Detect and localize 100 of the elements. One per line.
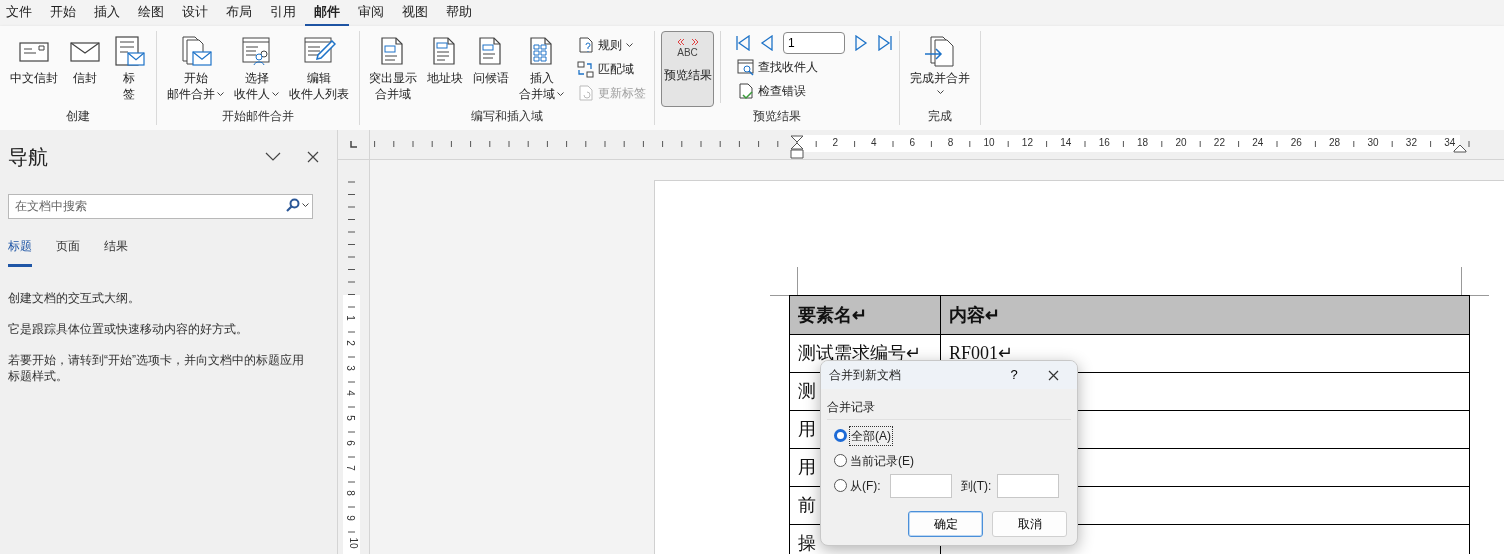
- chevron-down-icon: [272, 91, 279, 97]
- ruler-number: 4: [344, 390, 355, 396]
- ruler-number: 3: [344, 365, 355, 371]
- close-icon[interactable]: [307, 151, 319, 163]
- ruler-number: 6: [909, 136, 915, 150]
- menu-tab[interactable]: 帮助: [437, 0, 481, 26]
- record-number-field[interactable]: 1: [783, 32, 845, 54]
- arrow-left-icon[interactable]: [759, 35, 775, 51]
- group-label: 合并记录: [827, 398, 1071, 420]
- ruler-number: 6: [344, 440, 355, 446]
- skip-left-icon[interactable]: [735, 35, 751, 51]
- search-field[interactable]: 在文档中搜索: [8, 193, 313, 219]
- ribbon-button[interactable]: 查找收件人: [733, 55, 893, 79]
- ruler-number: 18: [1137, 136, 1149, 150]
- group-label: 预览结果: [753, 108, 801, 124]
- from-field[interactable]: [889, 473, 952, 498]
- ruler-number: 14: [1060, 136, 1072, 150]
- ribbon-button[interactable]: 检查错误: [733, 79, 893, 103]
- menu-tab[interactable]: 插入: [85, 0, 129, 26]
- chevron-down-icon: [302, 203, 309, 208]
- pane-tab[interactable]: 结果: [104, 237, 128, 267]
- ruler-number: 26: [1290, 136, 1302, 150]
- label-sheet-icon: [112, 35, 146, 67]
- help-text: 创建文档的交互式大纲。: [8, 290, 141, 306]
- dialog-button[interactable]: 确定: [908, 511, 983, 537]
- help-text: 若要开始，请转到“开始”选项卡，并向文档中的标题应用标题样式。: [8, 352, 305, 384]
- ruler-number: 16: [1098, 136, 1110, 150]
- indent-marker-icon[interactable]: [1453, 144, 1467, 153]
- menu-tab[interactable]: 开始: [41, 0, 85, 26]
- radio-button[interactable]: [834, 479, 847, 492]
- menu-tab[interactable]: 审阅: [349, 0, 393, 26]
- match-fields-icon: [577, 60, 594, 78]
- radio-button[interactable]: [834, 454, 847, 467]
- radio-button[interactable]: [834, 429, 847, 442]
- document-refresh-icon: [577, 84, 594, 102]
- ribbon-button[interactable]: 匹配域: [573, 57, 650, 81]
- search-icon[interactable]: [286, 198, 300, 212]
- ruler-number: 32: [1405, 136, 1417, 150]
- preview-toggle-button[interactable]: ABC 预览结果: [661, 31, 714, 107]
- ribbon-button[interactable]: 完成并合并: [905, 31, 975, 107]
- pane-tab[interactable]: 页面: [56, 237, 80, 267]
- ruler-number: 12: [1021, 136, 1033, 150]
- ribbon-button[interactable]: 选择 收件人: [229, 31, 284, 107]
- menu-tab[interactable]: 布局: [217, 0, 261, 26]
- dialog-button[interactable]: 取消: [992, 511, 1067, 537]
- ruler-number: 7: [344, 465, 355, 471]
- chevron-down-icon: [217, 91, 224, 97]
- ribbon-button[interactable]: 插入 合并域: [514, 31, 569, 107]
- ruler-number: 4: [871, 136, 877, 150]
- ribbon-button[interactable]: 编辑 收件人列表: [284, 31, 354, 107]
- ruler-number: 22: [1213, 136, 1225, 150]
- arrow-right-icon[interactable]: [853, 35, 869, 51]
- ruler-number: 8: [947, 136, 954, 150]
- group-label: 完成: [928, 108, 952, 124]
- ruler-number: 2: [344, 340, 355, 346]
- ruler-number: 34: [1444, 136, 1456, 150]
- ruler-number: 8: [344, 490, 355, 496]
- chevron-down-icon: [936, 90, 944, 95]
- to-label: 到(T):: [960, 477, 992, 495]
- ribbon-button[interactable]: 问候语: [468, 31, 514, 107]
- ribbon-button[interactable]: 规则: [573, 33, 650, 57]
- ribbon-button[interactable]: 开始 邮件合并: [162, 31, 229, 107]
- document-arrow-icon: [923, 35, 957, 67]
- find-recipient-icon: [737, 58, 754, 76]
- menu-tab[interactable]: 设计: [173, 0, 217, 26]
- ruler-number: 2: [832, 136, 839, 150]
- ribbon-button[interactable]: 突出显示 合并域: [364, 31, 422, 107]
- ribbon-button[interactable]: 信封: [63, 31, 107, 107]
- document-question-icon: [577, 36, 594, 54]
- ruler-number: 28: [1329, 136, 1341, 150]
- ruler-number: 10: [983, 136, 995, 150]
- menu-tab[interactable]: 绘图: [129, 0, 173, 26]
- indent-marker-icon[interactable]: [790, 135, 804, 159]
- menu-tab[interactable]: 视图: [393, 0, 437, 26]
- option-label[interactable]: 当前记录(E): [850, 451, 914, 470]
- chevron-down-icon: [557, 91, 564, 97]
- pane-tab[interactable]: 标题: [8, 237, 32, 267]
- ruler-number: 1: [344, 315, 355, 321]
- ruler-number: 30: [1367, 136, 1379, 150]
- tab-stop-icon[interactable]: [350, 141, 357, 148]
- ribbon-button[interactable]: 地址块: [422, 31, 468, 107]
- ruler-number: 20: [1175, 136, 1187, 150]
- chevron-down-icon[interactable]: [265, 152, 281, 162]
- ruler-number: 9: [344, 515, 355, 521]
- help-text: 它是跟踪具体位置或快速移动内容的好方式。: [8, 321, 249, 337]
- ruler-number: 5: [344, 415, 355, 421]
- to-field[interactable]: [997, 473, 1060, 498]
- option-label[interactable]: 全部(A): [850, 426, 892, 445]
- document-check-icon: [737, 82, 754, 100]
- menu-tab[interactable]: 文件: [6, 0, 41, 26]
- menu-tab[interactable]: 引用: [261, 0, 305, 26]
- table-header-cell: 要素名↵: [789, 295, 941, 335]
- group-label: 创建: [66, 108, 90, 124]
- ribbon-button[interactable]: 中文信封: [5, 31, 63, 107]
- close-icon[interactable]: [1048, 369, 1059, 381]
- table-header-cell: 内容↵: [940, 295, 1470, 335]
- ribbon-button[interactable]: 标 签: [107, 31, 151, 107]
- chevron-down-icon: [626, 42, 633, 48]
- skip-right-icon[interactable]: [877, 35, 893, 51]
- pane-title: 导航: [8, 145, 49, 170]
